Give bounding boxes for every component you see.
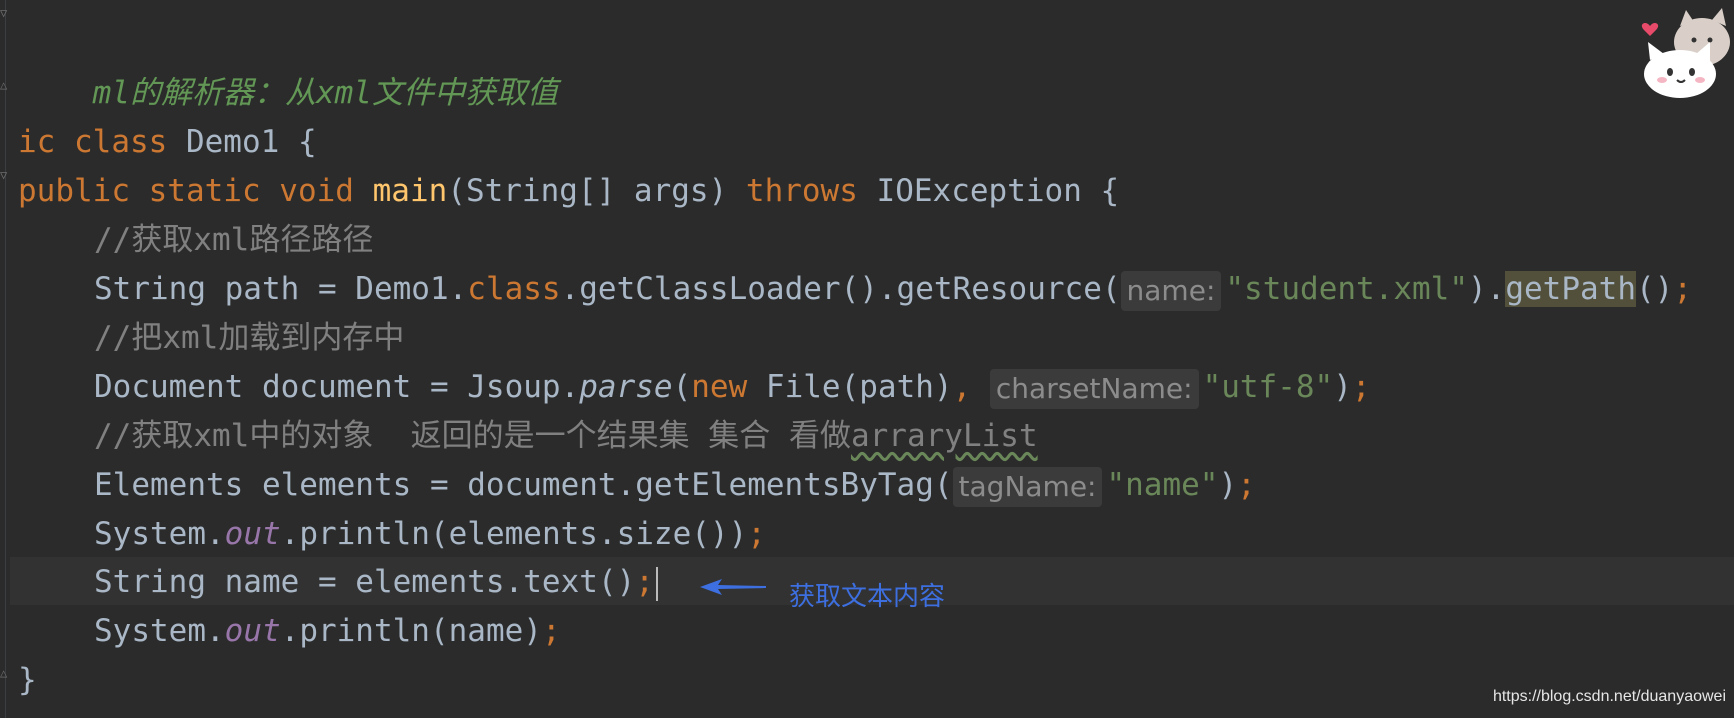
semicolon: ; <box>1351 369 1371 405</box>
keyword: new <box>691 369 748 405</box>
code-text: String name = elements.text() <box>94 564 636 600</box>
code-line-main-decl[interactable]: public static void main(String[] args) t… <box>18 167 1119 215</box>
code-line-comment[interactable]: //获取xml中的对象 返回的是一个结果集 集合 看做arraryList <box>94 412 1038 460</box>
keyword: public static void <box>18 173 354 209</box>
line-comment: //获取xml中的对象 返回的是一个结果集 集合 看做 <box>94 418 851 454</box>
keyword: throws <box>745 173 858 209</box>
code-text: .getClassLoader().getResource( <box>560 271 1121 307</box>
semicolon: ; <box>747 516 766 552</box>
code-text: String path = Demo1. <box>94 271 468 307</box>
code-text: () <box>1636 271 1674 307</box>
code-line-doc[interactable]: ml的解析器：从xml文件中获取值 <box>18 21 558 111</box>
keyword: ic class <box>18 124 168 160</box>
fold-marker-icon[interactable]: ▽ <box>0 6 14 20</box>
method-name: main <box>372 173 448 209</box>
line-comment: //把xml加载到内存中 <box>94 320 405 356</box>
gutter <box>5 0 6 718</box>
code-line-println-size[interactable]: System.out.println(elements.size()); <box>94 510 766 558</box>
watermark-url: https://blog.csdn.net/duanyaowei <box>1492 688 1726 705</box>
code-line-close-brace[interactable]: } <box>18 656 37 704</box>
code-line-class-decl[interactable]: ic class Demo1 { <box>18 118 317 166</box>
static-field: out <box>224 516 281 552</box>
code-line-path[interactable]: String path = Demo1.class.getClassLoader… <box>94 265 1692 313</box>
code-line-elements[interactable]: Elements elements = document.getElements… <box>94 461 1256 509</box>
static-method: parse <box>579 369 673 405</box>
closing-brace: } <box>18 662 37 698</box>
code-text: ) <box>1333 369 1352 405</box>
typo-word: arraryList <box>850 418 1038 454</box>
code-text: ). <box>1468 271 1506 307</box>
semicolon: ; <box>541 613 561 649</box>
static-field: out <box>224 613 281 649</box>
param-hint: charsetName: <box>989 368 1199 409</box>
doc-comment: ml的解析器：从xml文件中获取值 <box>92 75 558 111</box>
code-line-println-name[interactable]: System.out.println(name); <box>94 607 561 655</box>
code-text: System. <box>94 516 225 552</box>
comma: , <box>952 369 990 405</box>
semicolon: ; <box>635 564 654 600</box>
code-text: Elements elements = document.getElements… <box>94 467 953 503</box>
code-line-comment[interactable]: //把xml加载到内存中 <box>94 314 404 362</box>
string-literal: "name" <box>1106 467 1219 503</box>
param-hint: name: <box>1120 270 1222 311</box>
semicolon: ; <box>1673 271 1692 307</box>
annotation-label: 获取文本内容 <box>789 582 946 612</box>
fold-marker-icon[interactable]: △ <box>0 666 14 680</box>
cat-mascot-icon <box>1641 8 1730 98</box>
exception-type: IOException { <box>857 173 1120 209</box>
string-literal: "student.xml" <box>1225 271 1469 307</box>
keyword: class <box>467 271 561 307</box>
code-text: System. <box>94 613 225 649</box>
semicolon: ; <box>1237 467 1256 503</box>
code-text: Document document = Jsoup. <box>94 369 580 405</box>
line-comment: //获取xml路径路径 <box>94 222 374 258</box>
code-line-comment[interactable]: //获取xml路径路径 <box>94 216 373 264</box>
param-hint: tagName: <box>952 466 1103 507</box>
text-caret <box>655 566 658 601</box>
class-name: Demo1 { <box>167 124 317 160</box>
fold-marker-icon[interactable]: ▽ <box>0 168 14 182</box>
string-literal: "utf-8" <box>1202 369 1334 405</box>
code-line-document[interactable]: Document document = Jsoup.parse(new File… <box>94 363 1371 411</box>
code-text: .println(elements.size()) <box>280 516 748 552</box>
code-text: ) <box>1218 467 1238 503</box>
fold-marker-icon[interactable]: △ <box>0 78 14 92</box>
arrow-left-icon <box>700 579 766 595</box>
code-editor[interactable]: ▽ △ ▽ △ ml的解析器：从xml文件中获取值 ic class Demo1… <box>0 0 1734 718</box>
highlighted-method: getPath <box>1505 271 1636 307</box>
params: (String[] args) <box>447 173 746 209</box>
code-text: File(path) <box>747 369 953 405</box>
code-text: .println(name) <box>280 613 542 649</box>
code-text: ( <box>672 369 692 405</box>
code-line-name[interactable]: String name = elements.text(); <box>94 558 658 606</box>
